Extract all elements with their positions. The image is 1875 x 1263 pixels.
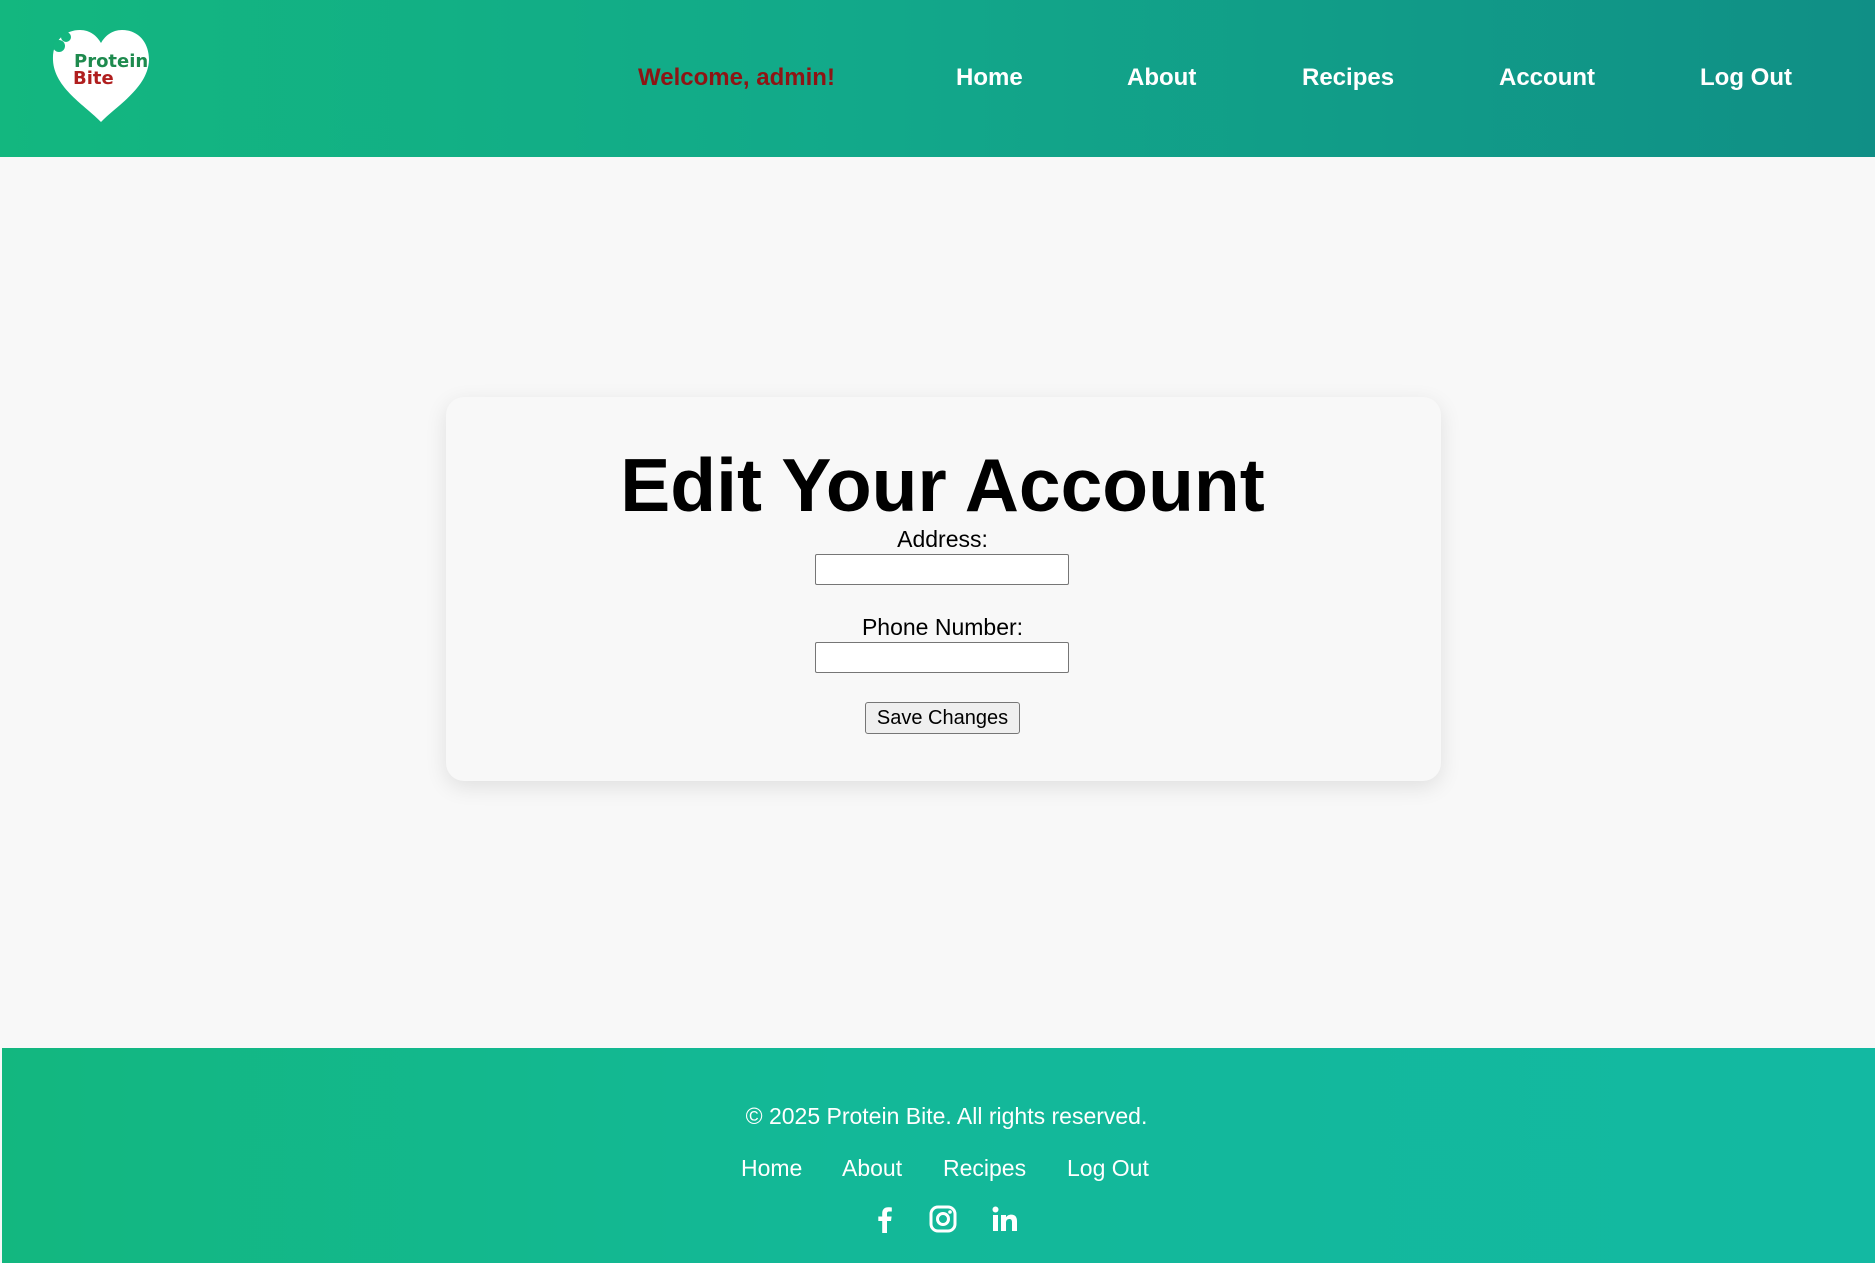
address-input[interactable]: [815, 554, 1069, 585]
protein-bite-logo[interactable]: Protein Bite: [50, 26, 152, 124]
nav-recipes[interactable]: Recipes: [1302, 63, 1394, 93]
phone-number-input[interactable]: [815, 642, 1069, 673]
linkedin-icon[interactable]: [990, 1204, 1020, 1234]
nav-logout[interactable]: Log Out: [1700, 63, 1792, 93]
footer-link-home[interactable]: Home: [741, 1154, 802, 1182]
page-title: Edit Your Account: [620, 443, 1265, 527]
nav-home[interactable]: Home: [956, 63, 1023, 93]
welcome-message: Welcome, admin!: [638, 64, 835, 91]
footer-link-about[interactable]: About: [842, 1154, 902, 1182]
heart-logo-icon: Protein Bite: [52, 30, 149, 122]
footer-link-recipes[interactable]: Recipes: [943, 1154, 1026, 1182]
nav-account[interactable]: Account: [1499, 63, 1595, 93]
address-label: Address:: [897, 526, 988, 552]
phone-number-label: Phone Number:: [861, 614, 1024, 640]
footer-link-logout[interactable]: Log Out: [1067, 1154, 1149, 1182]
save-changes-button[interactable]: Save Changes: [865, 702, 1020, 734]
nav-about[interactable]: About: [1127, 63, 1196, 93]
site-header: Protein Bite Welcome, admin! Home About …: [0, 0, 1875, 157]
copyright-text: © 2025 Protein Bite. All rights reserved…: [745, 1103, 1148, 1129]
instagram-icon[interactable]: [928, 1204, 958, 1234]
facebook-icon[interactable]: [870, 1204, 900, 1234]
logo-line2: Bite: [73, 68, 114, 89]
